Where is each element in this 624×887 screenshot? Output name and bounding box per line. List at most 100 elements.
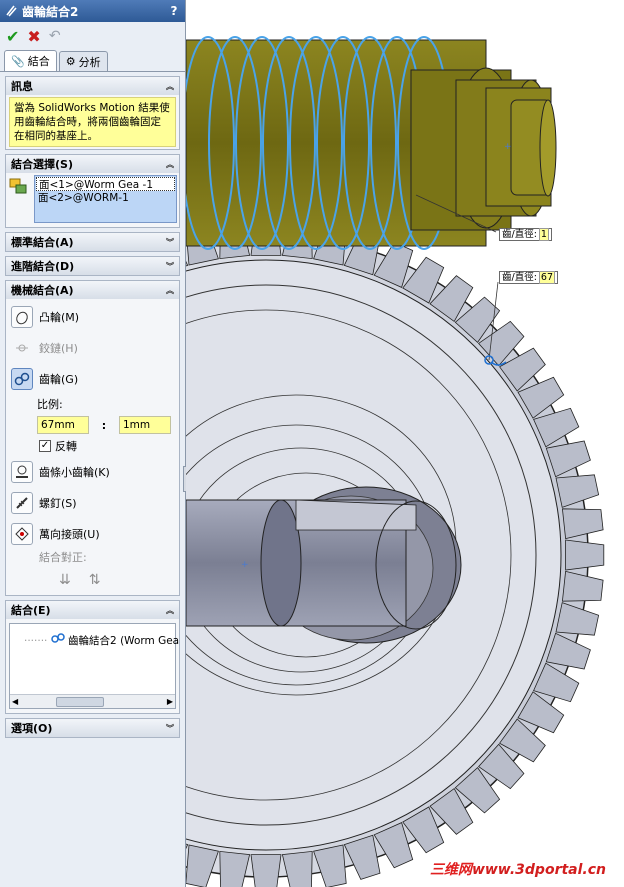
advanced-mates-group: 進階結合(D) ︾ bbox=[5, 256, 180, 276]
mate-selections-label: 結合選擇(S) bbox=[11, 158, 73, 171]
action-row: ✔ ✖ ↶ bbox=[0, 22, 185, 50]
rack-pinion-icon[interactable] bbox=[11, 460, 33, 483]
gear-tooth bbox=[561, 508, 604, 540]
ratio-colon: : bbox=[101, 418, 107, 432]
reverse-row[interactable]: ✓ 反轉 bbox=[9, 436, 176, 456]
title-bar: 齒輪結合2 ? bbox=[0, 0, 185, 22]
chevron-up-icon[interactable]: ︽ bbox=[166, 81, 174, 92]
standard-mates-header[interactable]: 標準結合(A) ︾ bbox=[6, 233, 179, 251]
ratio-right-input[interactable] bbox=[119, 416, 171, 434]
callout-label: 齒/直徑: bbox=[502, 272, 537, 283]
standard-mates-group: 標準結合(A) ︾ bbox=[5, 232, 180, 252]
rack-pinion-option[interactable]: 齒條小齒輪(K) bbox=[9, 456, 176, 487]
mates-group: 結合(E) ︽ ······· 齒輪結合2 (Worm Gea ◀ ▶ bbox=[5, 600, 180, 714]
chevron-up-icon[interactable]: ︽ bbox=[166, 605, 174, 616]
chevron-down-icon[interactable]: ︾ bbox=[166, 723, 174, 734]
tab-mates-label: 結合 bbox=[27, 55, 50, 68]
undo-icon[interactable]: ↶ bbox=[49, 28, 61, 44]
advanced-mates-label: 進階結合(D) bbox=[11, 260, 75, 273]
mates-header[interactable]: 結合(E) ︽ bbox=[6, 601, 179, 619]
gear-tooth bbox=[186, 844, 219, 887]
gear-tooth bbox=[313, 844, 347, 887]
gear-label: 齒輪(G) bbox=[39, 372, 79, 386]
chevron-down-icon[interactable]: ︾ bbox=[166, 237, 174, 248]
mechanical-mates-header[interactable]: 機械結合(A) ︽ bbox=[6, 281, 179, 299]
info-message: 當為 SolidWorks Motion 結果使用齒輪結合時，將兩個齒輪固定在相… bbox=[9, 97, 176, 147]
graphics-area[interactable]: + + 齒/直徑: 1 齒/直徑: 67 三维网www.3dportal.cn bbox=[186, 0, 624, 887]
universal-joint-label: 萬向接頭(U) bbox=[39, 527, 100, 541]
property-manager: 齒輪結合2 ? ✔ ✖ ↶ 📎 結合 ⚙ 分析 訊息 ︽ 當為 SolidWor… bbox=[0, 0, 186, 887]
options-header[interactable]: 選項(O) ︾ bbox=[6, 719, 179, 737]
alignment-label: 結合對正: bbox=[39, 551, 87, 564]
panel-title: 齒輪結合2 bbox=[22, 4, 79, 19]
screw-icon[interactable] bbox=[11, 491, 33, 514]
gear-tooth bbox=[250, 854, 282, 887]
mechanical-mates-group: 機械結合(A) ︽ 凸輪(M) 鉸鏈(H) 齒輪(G) 比例: 67mm: 1… bbox=[5, 280, 180, 596]
cancel-x-icon[interactable]: ✖ bbox=[27, 27, 40, 46]
model-view[interactable]: + + bbox=[186, 0, 624, 887]
selection-item[interactable]: 面<2>@WORM-1 bbox=[36, 191, 175, 205]
mate-list-item[interactable]: ······· 齒輪結合2 (Worm Gea bbox=[24, 632, 179, 648]
wheel-teeth-callout[interactable]: 齒/直徑: 67 bbox=[499, 271, 558, 284]
tab-analysis-label: 分析 bbox=[78, 55, 101, 69]
horizontal-scrollbar[interactable]: ◀ ▶ bbox=[10, 694, 175, 708]
anti-aligned-icon: ⇅ bbox=[88, 572, 101, 588]
ok-check-icon[interactable]: ✔ bbox=[6, 27, 19, 46]
advanced-mates-header[interactable]: 進階結合(D) ︾ bbox=[6, 257, 179, 275]
mates-list[interactable]: ······· 齒輪結合2 (Worm Gea ◀ ▶ bbox=[9, 623, 179, 709]
scroll-left-icon[interactable]: ◀ bbox=[12, 697, 18, 706]
chevron-up-icon[interactable]: ︽ bbox=[166, 285, 174, 296]
info-group: 訊息 ︽ 當為 SolidWorks Motion 結果使用齒輪結合時，將兩個齒… bbox=[5, 76, 180, 150]
mates-header-label: 結合(E) bbox=[11, 604, 51, 617]
reverse-checkbox[interactable]: ✓ bbox=[39, 440, 51, 452]
scroll-thumb[interactable] bbox=[56, 697, 104, 707]
info-header-label: 訊息 bbox=[11, 80, 33, 93]
selection-faces-icon bbox=[8, 175, 30, 197]
worm-screw[interactable]: + bbox=[186, 36, 557, 250]
gear-tooth bbox=[555, 602, 600, 636]
callout-value[interactable]: 1 bbox=[538, 228, 549, 241]
callout-label: 齒/直徑: bbox=[502, 229, 537, 240]
info-header[interactable]: 訊息 ︽ bbox=[6, 77, 179, 95]
gear-tooth bbox=[561, 570, 604, 602]
tab-strip: 📎 結合 ⚙ 分析 bbox=[0, 50, 185, 72]
worm-teeth-callout[interactable]: 齒/直徑: 1 bbox=[499, 228, 552, 241]
mate-selections-group: 結合選擇(S) ︽ 面<1>@Worm Gea -1 面<2>@WORM-1 bbox=[5, 154, 180, 228]
worm-wheel[interactable]: + bbox=[186, 216, 605, 887]
chevron-up-icon[interactable]: ︽ bbox=[166, 159, 174, 170]
paperclip-icon: 📎 bbox=[11, 54, 25, 68]
universal-joint-icon[interactable] bbox=[11, 522, 33, 545]
svg-text:+: + bbox=[504, 142, 512, 152]
standard-mates-label: 標準結合(A) bbox=[11, 236, 74, 249]
help-button[interactable]: ? bbox=[167, 4, 181, 18]
universal-joint-option[interactable]: 萬向接頭(U) bbox=[9, 518, 176, 549]
gear-icon[interactable] bbox=[11, 367, 33, 390]
reverse-label: 反轉 bbox=[55, 440, 77, 453]
screw-option[interactable]: 螺釘(S) bbox=[9, 487, 176, 518]
ratio-label: 比例: bbox=[37, 398, 63, 411]
cam-icon[interactable] bbox=[11, 305, 33, 328]
watermark: 三维网www.3dportal.cn bbox=[430, 859, 606, 879]
gear-mate-item-icon bbox=[50, 633, 68, 647]
watermark-cn: 三维网 bbox=[429, 862, 472, 878]
hinge-mate-option: 鉸鏈(H) bbox=[9, 332, 176, 363]
gear-mate-option[interactable]: 齒輪(G) bbox=[9, 363, 176, 394]
mate-item-label: 齒輪結合2 (Worm Gea bbox=[68, 635, 180, 647]
gear-tooth bbox=[219, 850, 251, 887]
hinge-icon bbox=[11, 337, 33, 359]
selection-item[interactable]: 面<1>@Worm Gea -1 bbox=[36, 177, 175, 191]
tab-mates[interactable]: 📎 結合 bbox=[4, 50, 57, 71]
scroll-right-icon[interactable]: ▶ bbox=[167, 697, 173, 706]
aligned-icon: ⇊ bbox=[59, 572, 71, 588]
selection-list[interactable]: 面<1>@Worm Gea -1 面<2>@WORM-1 bbox=[34, 175, 177, 223]
alignment-buttons: ⇊ ⇅ bbox=[9, 567, 176, 593]
tab-analysis[interactable]: ⚙ 分析 bbox=[58, 51, 108, 71]
ratio-left-input[interactable] bbox=[37, 416, 89, 434]
gear-mate-icon bbox=[4, 4, 18, 18]
chevron-down-icon[interactable]: ︾ bbox=[166, 261, 174, 272]
callout-value[interactable]: 67 bbox=[538, 271, 555, 284]
mate-selections-header[interactable]: 結合選擇(S) ︽ bbox=[6, 155, 179, 173]
options-group: 選項(O) ︾ bbox=[5, 718, 180, 738]
cam-mate-option[interactable]: 凸輪(M) bbox=[9, 301, 176, 332]
mechanical-mates-label: 機械結合(A) bbox=[11, 284, 74, 297]
